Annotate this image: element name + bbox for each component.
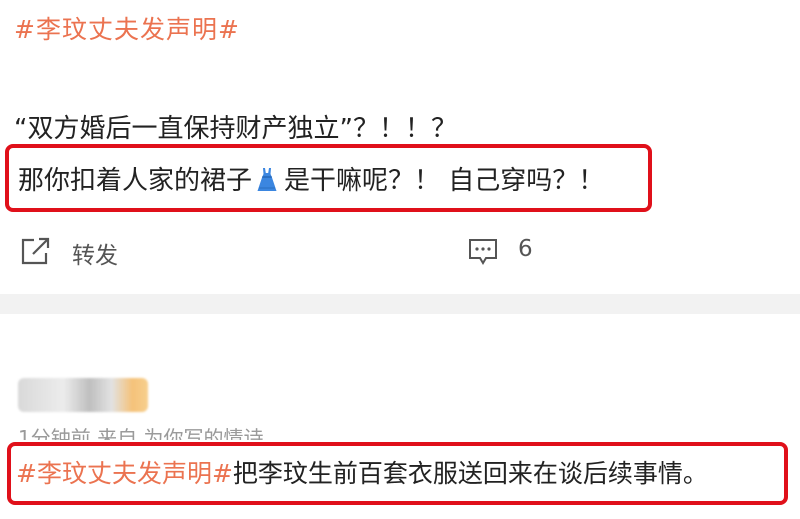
action-bar: 转发 6	[0, 226, 800, 276]
hashtag-link[interactable]: #李玟丈夫发声明#	[14, 10, 240, 46]
post-text-line-1: “双方婚后一直保持财产独立”？！！？	[14, 114, 457, 144]
post-body-text: 把李玟生前百套衣服送回来在谈后续事情。	[232, 459, 708, 488]
post-text-line-3: #李玟丈夫发声明#把李玟生前百套衣服送回来在谈后续事情。	[16, 454, 708, 490]
post-card-bottom: 1分钟前 来自 为你写的情诗 #李玟丈夫发声明#把李玟生前百套衣服送回来在谈后续…	[0, 314, 800, 519]
feed-separator	[0, 294, 800, 314]
post-card-top: #李玟丈夫发声明# “双方婚后一直保持财产独立”？！！？ 那你扣着人家的裙子 是…	[0, 0, 800, 290]
avatar[interactable]	[18, 378, 148, 412]
highlight-box-1	[5, 144, 652, 212]
share-button[interactable]: 转发	[72, 236, 118, 270]
share-icon[interactable]	[20, 236, 52, 266]
blurred-username	[18, 378, 148, 412]
comment-count[interactable]: 6	[518, 236, 533, 262]
post-meta: 1分钟前 来自 为你写的情诗	[18, 426, 264, 440]
hashtag-link-2[interactable]: #李玟丈夫发声明#	[16, 459, 233, 488]
comment-icon[interactable]	[467, 236, 499, 268]
